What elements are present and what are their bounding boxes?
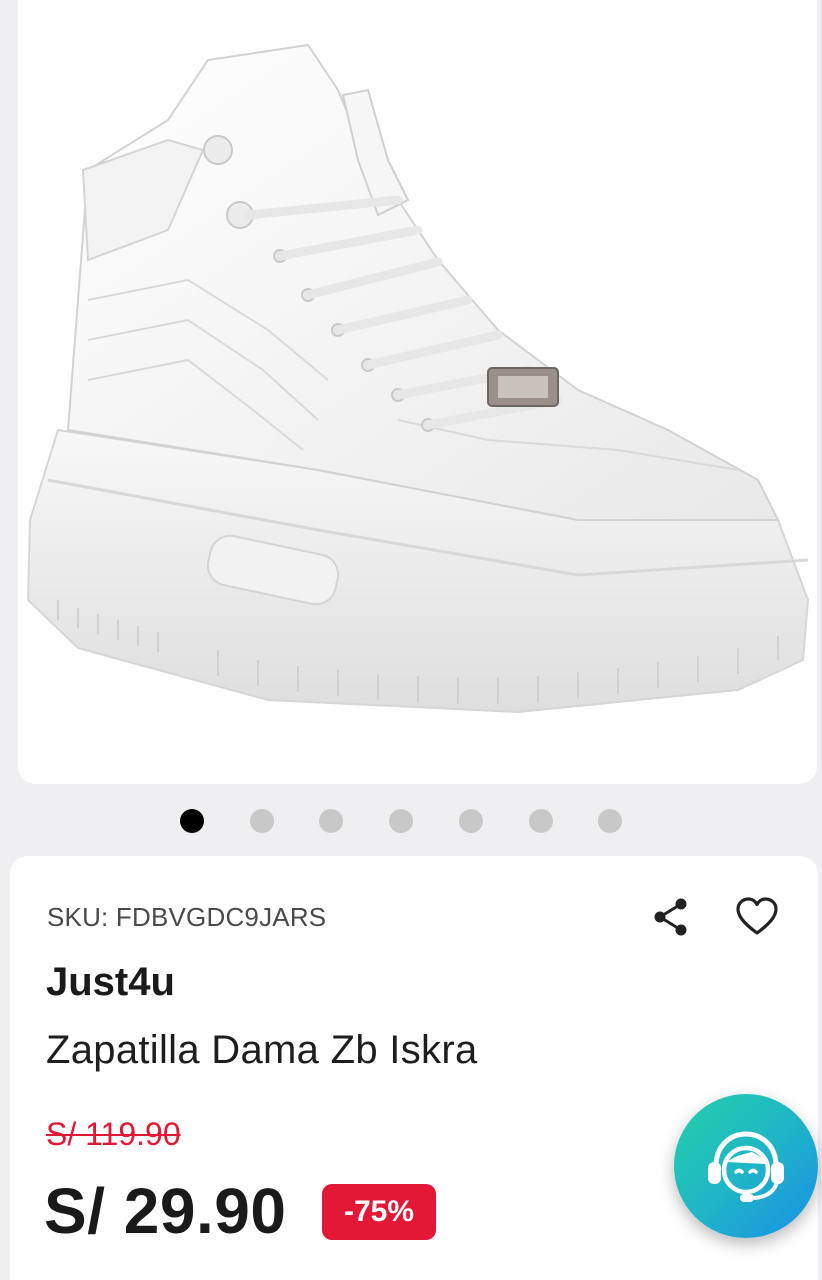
original-price: S/ 119.90: [46, 1116, 181, 1152]
customer-support-button[interactable]: [674, 1094, 818, 1238]
heart-icon: [736, 897, 778, 935]
carousel-dot-2[interactable]: [250, 809, 274, 833]
carousel-dot-1[interactable]: [180, 809, 204, 833]
discount-badge: -75%: [322, 1184, 437, 1240]
share-button[interactable]: [648, 894, 694, 940]
sneaker-image: [26, 43, 810, 714]
brand-name[interactable]: Just4u: [46, 960, 175, 1005]
share-icon: [654, 898, 687, 936]
carousel-dot-3[interactable]: [319, 809, 343, 833]
sale-price: S/ 29.90: [44, 1175, 287, 1247]
favorite-button[interactable]: [734, 894, 780, 940]
carousel-indicator: [0, 808, 822, 834]
support-agent-icon: [708, 1131, 784, 1202]
carousel-dot-7[interactable]: [598, 809, 622, 833]
carousel-dot-5[interactable]: [459, 809, 483, 833]
product-title: Zapatilla Dama Zb Iskra: [46, 1028, 478, 1072]
carousel-dot-4[interactable]: [389, 809, 413, 833]
carousel-dot-6[interactable]: [529, 809, 553, 833]
sku-label: SKU: FDBVGDC9JARS: [47, 902, 327, 932]
product-image-card[interactable]: [18, 0, 817, 784]
